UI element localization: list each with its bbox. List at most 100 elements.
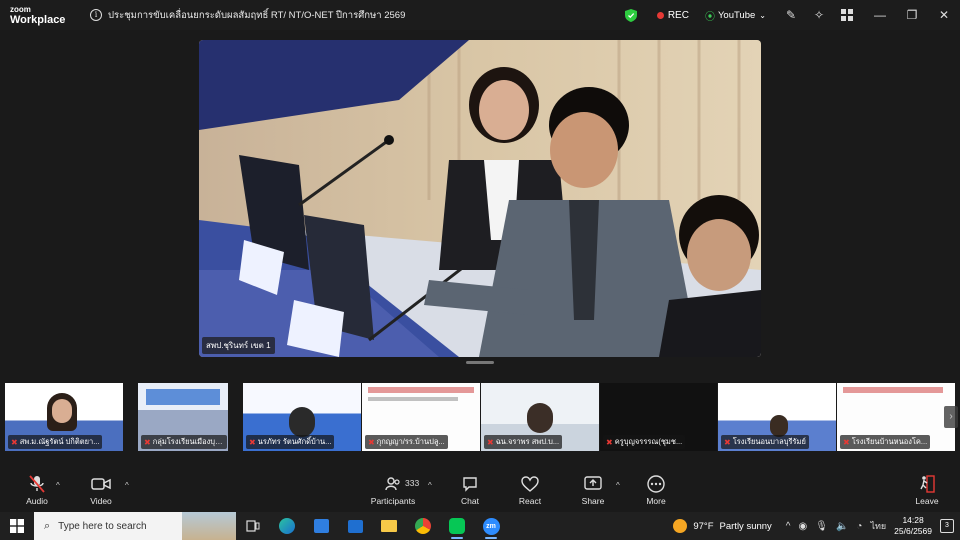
meeting-toolbar: Audio ^ Video ^ Participants 333 ^ Chat …	[0, 470, 960, 512]
meeting-info-icon[interactable]: i	[90, 9, 102, 21]
participant-name: สพ.ม.ณัฐรัตน์ ปกิติตยา...	[19, 437, 100, 446]
chat-button[interactable]: Chat	[445, 474, 495, 506]
more-label: More	[646, 496, 666, 506]
participant-label: ✖ สพ.ม.ณัฐรัตน์ ปกิติตยา...	[8, 435, 103, 449]
muted-mic-icon: ✖	[144, 437, 151, 447]
wifi-icon[interactable]: ◔	[856, 521, 862, 532]
title-bar: zoom Workplace i ประชุมการขับเคลื่อนยกระ…	[0, 0, 960, 30]
taskbar-search-box[interactable]: ⌕	[34, 512, 236, 540]
participants-count: 333	[405, 478, 420, 488]
annotate-pen-icon[interactable]: ✎	[780, 4, 802, 26]
gallery-view-icon[interactable]	[836, 4, 858, 26]
participant-tile[interactable]: ✖ กุกญญา/รร.บ้านปลู...	[362, 383, 480, 451]
resize-handle[interactable]	[466, 361, 494, 364]
react-button[interactable]: React	[505, 474, 555, 506]
participant-label: ✖ ฉน.จราพร สพป.บ...	[484, 435, 563, 449]
microsoft-store-icon[interactable]	[304, 512, 338, 540]
muted-mic-icon: ✖	[368, 437, 375, 447]
chat-bubble-icon	[463, 477, 477, 492]
edge-browser-icon[interactable]	[270, 512, 304, 540]
video-options-caret-icon[interactable]: ^	[125, 481, 129, 490]
rec-label: REC	[667, 9, 689, 21]
leave-button[interactable]: Leave	[902, 474, 952, 506]
participant-tile[interactable]: ✖ นรภัทร รัตนศักดิ์บ้าน...	[243, 383, 361, 451]
windows-start-icon[interactable]	[0, 512, 34, 540]
search-highlight-image	[182, 512, 236, 540]
active-speaker-video[interactable]: สพป.ชุรินทร์ เขต 1	[199, 40, 761, 357]
ai-companion-icon[interactable]: ✧	[808, 4, 830, 26]
outlook-mail-icon[interactable]	[338, 512, 372, 540]
share-options-caret-icon[interactable]: ^	[616, 481, 620, 490]
encryption-shield-icon[interactable]	[624, 8, 637, 22]
close-icon[interactable]: ✕	[928, 0, 960, 30]
record-dot-icon	[656, 11, 664, 19]
file-explorer-icon[interactable]	[372, 512, 406, 540]
participant-name: ฉน.จราพร สพป.บ...	[495, 437, 560, 446]
recording-indicator[interactable]: REC	[656, 9, 689, 21]
logo-workplace-text: Workplace	[10, 14, 66, 26]
partly-sunny-icon	[673, 519, 688, 533]
webcam-icon[interactable]: ◉	[799, 521, 808, 532]
video-button[interactable]: Video	[76, 474, 126, 506]
notification-center-icon[interactable]: 3	[940, 519, 954, 533]
participant-tile[interactable]: ✖ โรงเรียนบ้านหนองโค...	[837, 383, 955, 451]
more-ellipsis-icon	[647, 475, 665, 493]
participants-options-caret-icon[interactable]: ^	[428, 481, 432, 490]
minimize-icon[interactable]: —	[864, 0, 896, 30]
audio-label: Audio	[26, 496, 48, 506]
participant-label: ✖ โรงเรียนอนบาลบุรีรัมย์	[721, 435, 809, 449]
task-view-icon[interactable]	[236, 512, 270, 540]
participant-thumbnail-strip: ✖ สพ.ม.ณัฐรัตน์ ปกิติตยา... ✖ กลุ่มโรงเรีย…	[0, 383, 960, 451]
windows-taskbar: ⌕ zm 97°F Partly sunny ^ ◉ 🎙 🔈 ◔ ไทย 14:…	[0, 512, 960, 540]
show-hidden-icons-chevron-icon[interactable]: ^	[786, 521, 791, 532]
chrome-browser-icon[interactable]	[406, 512, 440, 540]
participants-label: Participants	[370, 496, 416, 506]
taskbar-clock[interactable]: 14:28 25/6/2569	[894, 515, 932, 537]
audio-button[interactable]: Audio	[12, 474, 62, 506]
restore-icon[interactable]: ❐	[896, 0, 928, 30]
video-label: Video	[90, 496, 112, 506]
microphone-icon[interactable]: 🎙	[815, 521, 828, 532]
speaker-volume-icon[interactable]: 🔈	[836, 521, 848, 532]
muted-mic-icon: ✖	[843, 437, 850, 447]
clock-time: 14:28	[902, 515, 924, 525]
clock-date: 25/6/2569	[894, 526, 932, 536]
heart-icon	[521, 476, 539, 492]
react-label: React	[518, 496, 542, 506]
participant-tile[interactable]: ✖ ครูบุญจรรรณ(ชุมช...	[600, 383, 717, 451]
participant-tile[interactable]: ✖ ฉน.จราพร สพป.บ...	[481, 383, 599, 451]
participants-icon	[385, 477, 400, 491]
zoom-logo: zoom Workplace	[10, 5, 70, 26]
audio-options-caret-icon[interactable]: ^	[56, 481, 60, 490]
weather-condition: Partly sunny	[719, 520, 772, 532]
livestream-dropdown[interactable]: ⦿ YouTube ⌄	[705, 8, 766, 23]
system-tray: 97°F Partly sunny ^ ◉ 🎙 🔈 ◔ ไทย 14:28 25…	[673, 512, 960, 540]
zoom-app-icon[interactable]: zm	[474, 512, 508, 540]
stream-label: YouTube	[717, 9, 756, 21]
share-label: Share	[581, 496, 605, 506]
more-button[interactable]: More	[631, 474, 681, 506]
line-app-icon[interactable]	[440, 512, 474, 540]
participant-tile[interactable]: ✖ สพ.ม.ณัฐรัตน์ ปกิติตยา...	[5, 383, 123, 451]
participant-tile[interactable]: ✖ โรงเรียนอนบาลบุรีรัมย์	[718, 383, 836, 451]
thumbnail-next-arrow-icon[interactable]: ›	[944, 406, 958, 428]
weather-widget[interactable]: 97°F Partly sunny	[673, 519, 772, 533]
chevron-down-icon: ⌄	[759, 10, 766, 20]
input-language[interactable]: ไทย	[870, 519, 886, 533]
participant-tile[interactable]: ✖ กลุ่มโรงเรียนเมืองบุรีรั...	[138, 383, 228, 451]
participant-name: ครูบุญจรรรณ(ชุมช...	[614, 437, 683, 446]
search-icon: ⌕	[44, 519, 51, 532]
participant-name: โรงเรียนบ้านหนองโค...	[851, 437, 928, 446]
participant-name: นรภัทร รัตนศักดิ์บ้าน...	[257, 437, 332, 446]
participant-name: โรงเรียนอนบาลบุรีรัมย์	[732, 437, 806, 446]
share-button[interactable]: Share	[568, 474, 618, 506]
participant-label: ✖ ครูบุญจรรรณ(ชุมช...	[603, 435, 686, 449]
chat-label: Chat	[461, 496, 479, 506]
participant-label: ✖ นรภัทร รัตนศักดิ์บ้าน...	[246, 435, 335, 449]
muted-mic-icon: ✖	[606, 437, 613, 447]
search-input[interactable]	[58, 520, 169, 532]
participant-label: ✖ โรงเรียนบ้านหนองโค...	[840, 435, 931, 449]
participant-label: ✖ กุกญญา/รร.บ้านปลู...	[365, 435, 448, 449]
muted-microphone-icon	[29, 475, 45, 493]
notification-count: 3	[945, 522, 949, 529]
